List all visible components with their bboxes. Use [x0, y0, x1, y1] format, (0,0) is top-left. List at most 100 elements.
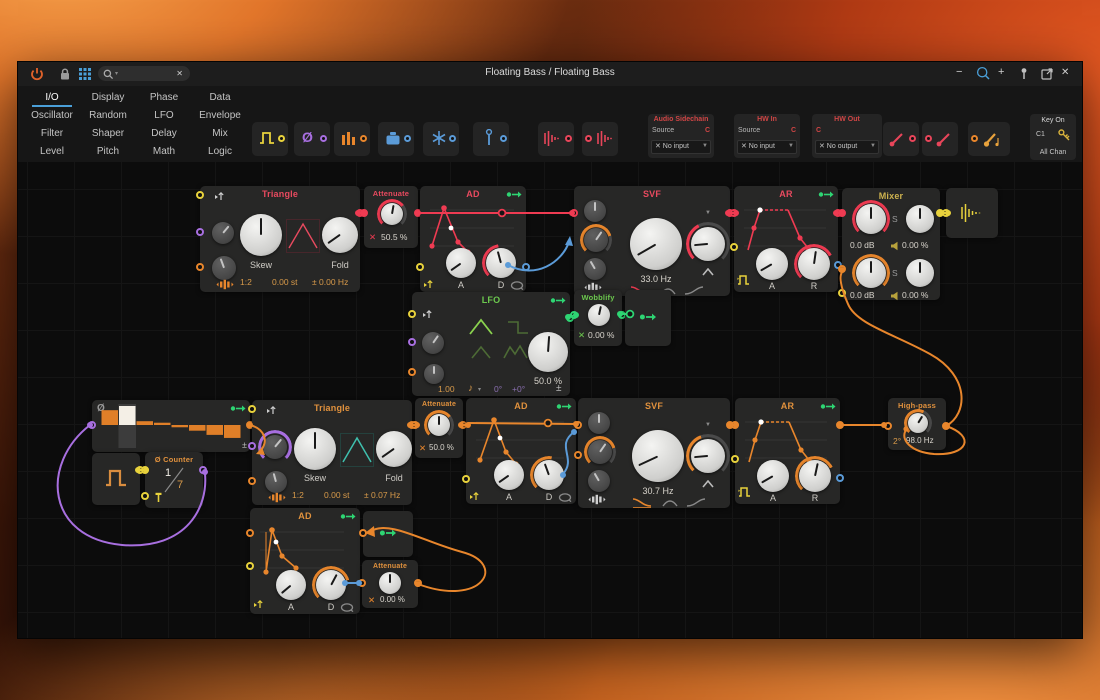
skew-mod-port[interactable]	[248, 442, 256, 450]
palette-audio-in[interactable]	[538, 122, 574, 156]
waveform-display[interactable]	[286, 219, 320, 253]
ch1-pan-knob[interactable]	[906, 205, 934, 233]
gate-in-port[interactable]	[730, 243, 738, 251]
fold-knob[interactable]	[322, 217, 358, 253]
gate-mode-icon[interactable]	[738, 486, 754, 498]
release-knob[interactable]	[799, 460, 831, 492]
mute-toggle[interactable]: ✕	[368, 595, 375, 606]
palette-gate-in[interactable]	[252, 122, 288, 156]
hw-out-select[interactable]: ✕ No output▼	[815, 140, 879, 154]
ch2-mute-icon[interactable]	[890, 291, 900, 301]
attenuate-knob[interactable]	[381, 203, 403, 225]
module-highpass[interactable]: High-pass 2° 98.0 Hz	[888, 398, 946, 450]
ch2-level-knob[interactable]	[856, 258, 886, 288]
tab-filter[interactable]: Filter	[24, 124, 80, 142]
zoom-in-button[interactable]: +	[998, 66, 1004, 78]
mod-in-port[interactable]	[359, 529, 367, 537]
phase-value[interactable]: 0°	[494, 384, 502, 394]
module-ad-2[interactable]: AD A D	[466, 398, 576, 504]
phase-out-port[interactable]	[199, 466, 207, 474]
module-mixer[interactable]: Mixer 0.0 dB S 0.00 % 0.0 dB S 0.00 %	[842, 188, 940, 300]
tab-display[interactable]: Display	[80, 88, 136, 106]
zoom-out-button[interactable]: −	[956, 66, 962, 78]
in-port[interactable]	[360, 209, 368, 217]
module-ar-1[interactable]: AR A R	[734, 186, 838, 292]
module-mod-stub-2[interactable]	[363, 511, 413, 557]
mute-toggle[interactable]: ✕	[369, 232, 376, 243]
module-ad-1[interactable]: AD A D	[420, 186, 526, 292]
retrigger-icon[interactable]	[422, 308, 434, 320]
in-port[interactable]	[411, 421, 419, 429]
highpass-icon[interactable]	[686, 496, 706, 508]
ch2-pan-knob[interactable]	[906, 259, 934, 287]
trigger-port[interactable]	[416, 263, 424, 271]
skew-knob[interactable]	[294, 428, 336, 470]
reset-port[interactable]	[141, 492, 149, 500]
attack-knob[interactable]	[494, 460, 524, 490]
module-mod-stub-1[interactable]	[625, 290, 671, 346]
skew-mod-knob[interactable]	[212, 222, 234, 244]
gate-mode-icon[interactable]	[737, 274, 753, 286]
amount-knob[interactable]	[528, 332, 568, 372]
tab-lfo[interactable]: LFO	[136, 106, 192, 124]
attack-knob[interactable]	[446, 248, 476, 278]
ch2-pan-value[interactable]: 0.00 %	[902, 290, 928, 300]
trigger-port[interactable]	[246, 562, 254, 570]
decay-knob[interactable]	[534, 460, 564, 490]
module-steps[interactable]: Ø ±	[92, 400, 250, 452]
out-port[interactable]	[414, 579, 422, 587]
detach-icon[interactable]	[1041, 67, 1054, 80]
drive-knob[interactable]	[588, 412, 610, 434]
mute-toggle[interactable]: ✕	[578, 330, 585, 341]
resonance-knob[interactable]	[691, 227, 725, 261]
palette-key-on[interactable]: Key On C1 All Chan	[1030, 114, 1076, 160]
mod-in-port[interactable]	[246, 529, 254, 537]
cutoff-knob[interactable]	[630, 218, 682, 270]
retrigger-icon[interactable]	[469, 490, 481, 502]
in-port[interactable]	[570, 311, 578, 319]
tab-logic[interactable]: Logic	[192, 142, 248, 160]
fine-tune-value[interactable]: ± 0.07 Hz	[364, 490, 400, 500]
module-attenuate-3[interactable]: Attenuate ✕ 0.00 %	[362, 560, 418, 608]
module-svf-2[interactable]: SVF 30.7 Hz ▼	[578, 398, 730, 508]
audio-out-port[interactable]	[836, 421, 844, 429]
palette-hw-in[interactable]: HW In Source C ✕ No input▼	[734, 114, 800, 158]
attack-knob[interactable]	[757, 460, 789, 492]
drive-knob[interactable]	[584, 200, 606, 222]
ch1-level-value[interactable]: 0.0 dB	[850, 240, 875, 250]
module-svf-1[interactable]: SVF 33.0 Hz ▼	[574, 186, 730, 296]
attack-knob[interactable]	[756, 248, 788, 280]
module-attenuate-1[interactable]: Attenuate ✕ 50.5 %	[364, 186, 418, 248]
wobblify-value[interactable]: 0.00 %	[588, 330, 614, 340]
tab-mix[interactable]: Mix	[192, 124, 248, 142]
chevron-down-icon[interactable]: ▾	[478, 386, 481, 393]
audio-in-port[interactable]	[942, 209, 950, 217]
wobblify-knob[interactable]	[588, 304, 610, 326]
loop-icon[interactable]	[340, 603, 354, 612]
unison-icon[interactable]	[588, 494, 606, 505]
rate-value[interactable]: 1.00	[438, 384, 455, 394]
tab-pitch[interactable]: Pitch	[80, 142, 136, 160]
phase-in-port[interactable]	[196, 191, 204, 199]
keytrack-knob[interactable]	[584, 258, 606, 280]
grid-canvas[interactable]: Triangle Skew Fold 1:2 0.00 st ± 0.00 Hz…	[18, 162, 1082, 638]
in-port[interactable]	[358, 579, 366, 587]
attenuate-value[interactable]: 0.00 %	[380, 595, 405, 604]
skew-mod-knob[interactable]	[263, 435, 287, 459]
fm-amount-knob[interactable]	[588, 440, 612, 464]
ch2-in-port[interactable]	[838, 265, 846, 273]
ch2-gain-port[interactable]	[838, 289, 846, 297]
ch1-in-port[interactable]	[838, 209, 846, 217]
attenuate-knob[interactable]	[428, 414, 450, 436]
wave-square-icon[interactable]	[506, 318, 530, 336]
tab-oscillator[interactable]: Oscillator	[24, 106, 80, 124]
pitch-in-port[interactable]	[248, 477, 256, 485]
fm-amount-knob[interactable]	[584, 228, 608, 252]
module-audio-out[interactable]	[946, 188, 998, 238]
attenuate-value[interactable]: 50.5 %	[381, 232, 407, 242]
tab-shaper[interactable]: Shaper	[80, 124, 136, 142]
palette-cv-in[interactable]	[883, 122, 919, 156]
palette-pressure-in[interactable]	[378, 122, 414, 156]
tab-envelope[interactable]: Envelope	[192, 106, 248, 124]
module-triangle-1[interactable]: Triangle Skew Fold 1:2 0.00 st ± 0.00 Hz	[200, 186, 360, 292]
